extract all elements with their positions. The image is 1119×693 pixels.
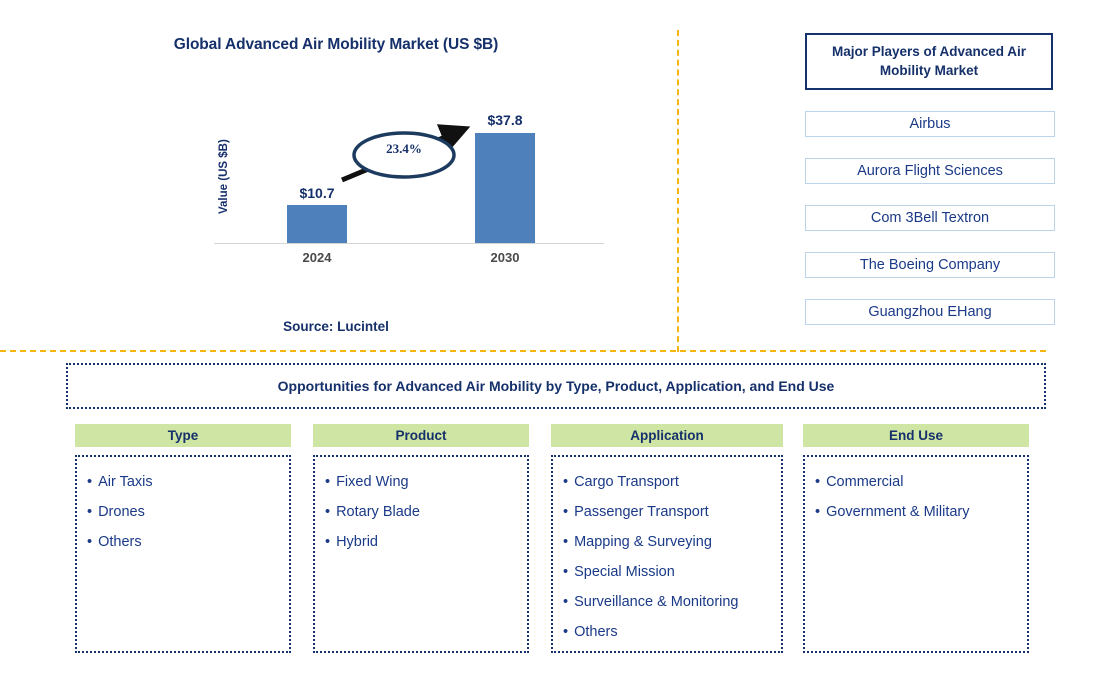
column-body-product: Fixed Wing Rotary Blade Hybrid bbox=[313, 455, 529, 653]
list-item: Government & Military bbox=[815, 497, 1027, 527]
list-item: Mapping & Surveying bbox=[563, 527, 781, 557]
list-item: Passenger Transport bbox=[563, 497, 781, 527]
cagr-value: 23.4% bbox=[386, 141, 422, 156]
list-item: Special Mission bbox=[563, 557, 781, 587]
bar-2024 bbox=[287, 205, 347, 243]
x-tick-2030: 2030 bbox=[490, 250, 520, 265]
player-item-airbus[interactable]: Airbus bbox=[805, 111, 1055, 137]
column-body-end-use: Commercial Government & Military bbox=[803, 455, 1029, 653]
column-header-product: Product bbox=[313, 424, 529, 447]
horizontal-divider bbox=[0, 350, 1046, 352]
player-item-the-boeing-company[interactable]: The Boeing Company bbox=[805, 252, 1055, 278]
vertical-divider bbox=[677, 30, 679, 352]
y-axis-label: Value (US $B) bbox=[218, 139, 230, 215]
x-tick-2024: 2024 bbox=[302, 250, 332, 265]
player-item-com-3bell-textron[interactable]: Com 3Bell Textron bbox=[805, 205, 1055, 231]
chart-title: Global Advanced Air Mobility Market (US … bbox=[173, 36, 499, 53]
list-item: Surveillance & Monitoring bbox=[563, 587, 781, 617]
list-item: Fixed Wing bbox=[325, 467, 527, 497]
opportunities-title: Opportunities for Advanced Air Mobility … bbox=[66, 363, 1046, 409]
list-item: Cargo Transport bbox=[563, 467, 781, 497]
list-item: Drones bbox=[87, 497, 289, 527]
x-axis-line bbox=[214, 243, 604, 244]
column-header-end-use: End Use bbox=[803, 424, 1029, 447]
list-item: Others bbox=[87, 527, 289, 557]
column-header-application: Application bbox=[551, 424, 783, 447]
chart-panel: Global Advanced Air Mobility Market (US … bbox=[0, 0, 677, 350]
column-body-application: Cargo Transport Passenger Transport Mapp… bbox=[551, 455, 783, 653]
column-header-type: Type bbox=[75, 424, 291, 447]
list-item: Hybrid bbox=[325, 527, 527, 557]
list-item: Rotary Blade bbox=[325, 497, 527, 527]
player-item-aurora-flight-sciences[interactable]: Aurora Flight Sciences bbox=[805, 158, 1055, 184]
column-body-type: Air Taxis Drones Others bbox=[75, 455, 291, 653]
player-item-guangzhou-ehang[interactable]: Guangzhou EHang bbox=[805, 299, 1055, 325]
source-label: Source: Lucintel bbox=[283, 319, 389, 334]
list-item: Air Taxis bbox=[87, 467, 289, 497]
list-item: Others bbox=[563, 617, 781, 647]
list-item: Commercial bbox=[815, 467, 1027, 497]
major-players-title: Major Players of Advanced Air Mobility M… bbox=[805, 33, 1053, 90]
